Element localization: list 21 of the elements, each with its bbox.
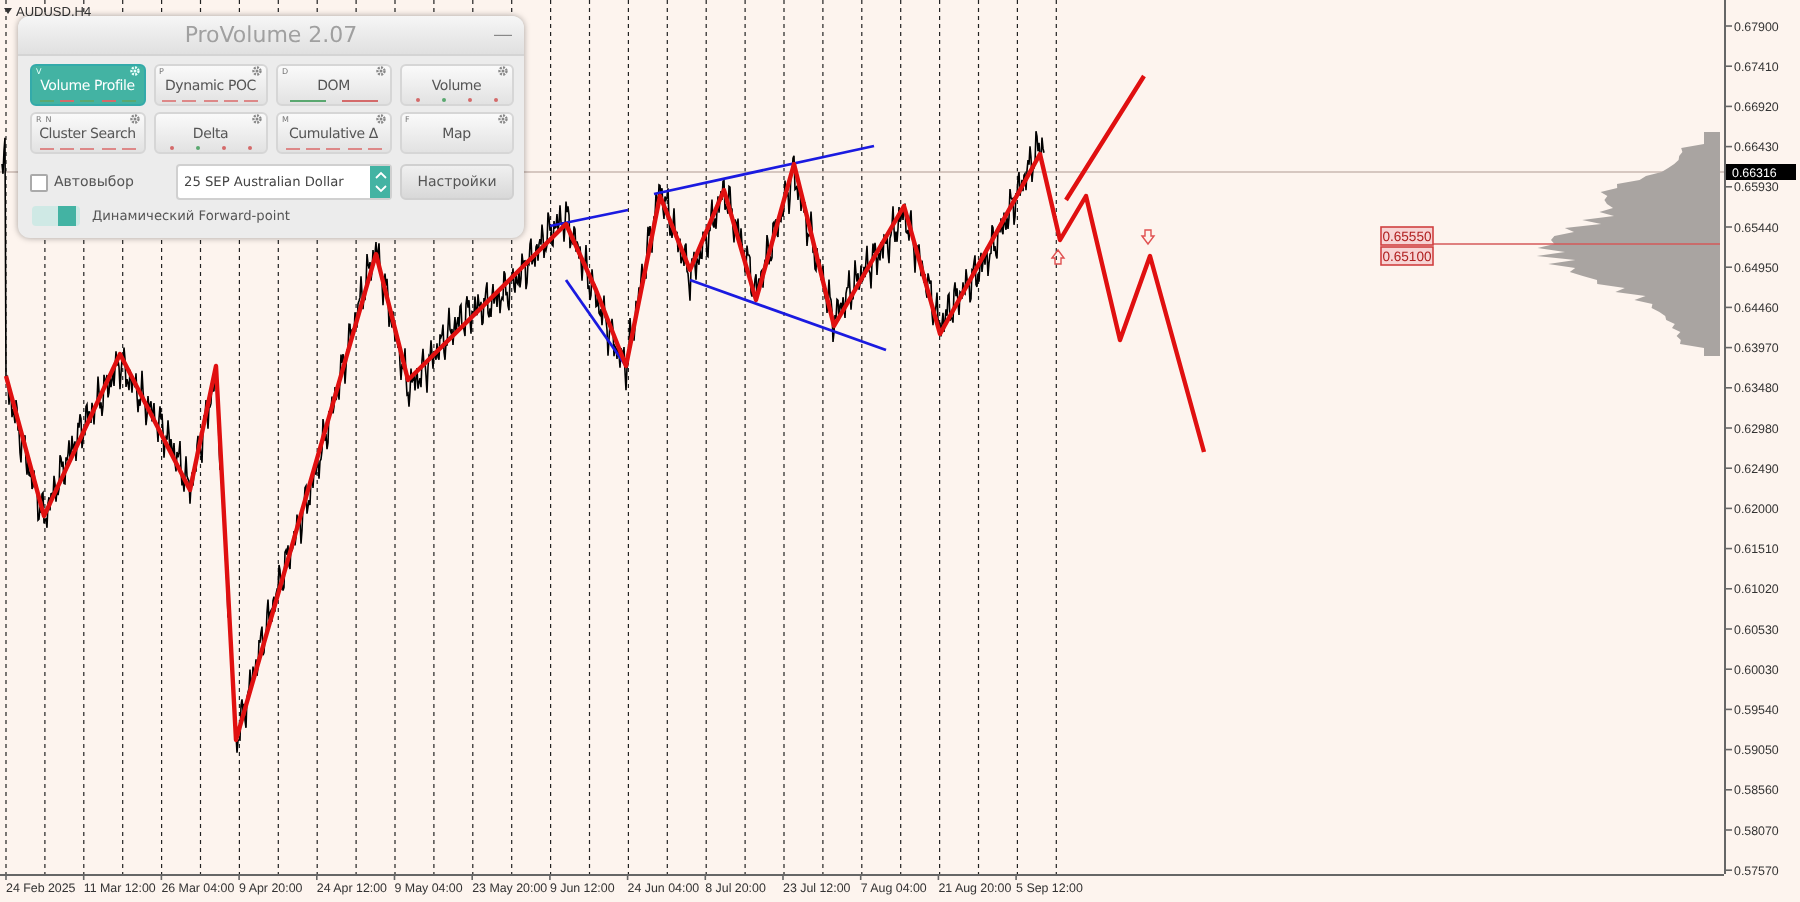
gear-icon [252, 66, 262, 76]
triangle-icon [4, 8, 12, 14]
gear-icon [498, 66, 508, 76]
gear-icon [252, 114, 262, 124]
indicator-dashes [36, 96, 139, 104]
spinner-icon[interactable] [370, 166, 390, 198]
gear-icon [129, 114, 139, 124]
arrow-down-icon [1140, 229, 1156, 246]
trend-line [549, 208, 629, 228]
indicator-dashes [36, 144, 139, 152]
gear-icon [375, 66, 385, 76]
gear-icon [498, 114, 508, 124]
toggle-switch[interactable] [32, 206, 80, 226]
indicator-dashes [282, 144, 385, 152]
indicator-dashes [159, 96, 262, 104]
gear-icon [375, 114, 385, 124]
gear-icon [129, 66, 139, 76]
trend-line [564, 279, 628, 367]
checkbox[interactable] [30, 173, 48, 191]
panel-title: ProVolume 2.07 [184, 22, 358, 48]
arrow-up-icon [1050, 248, 1066, 265]
